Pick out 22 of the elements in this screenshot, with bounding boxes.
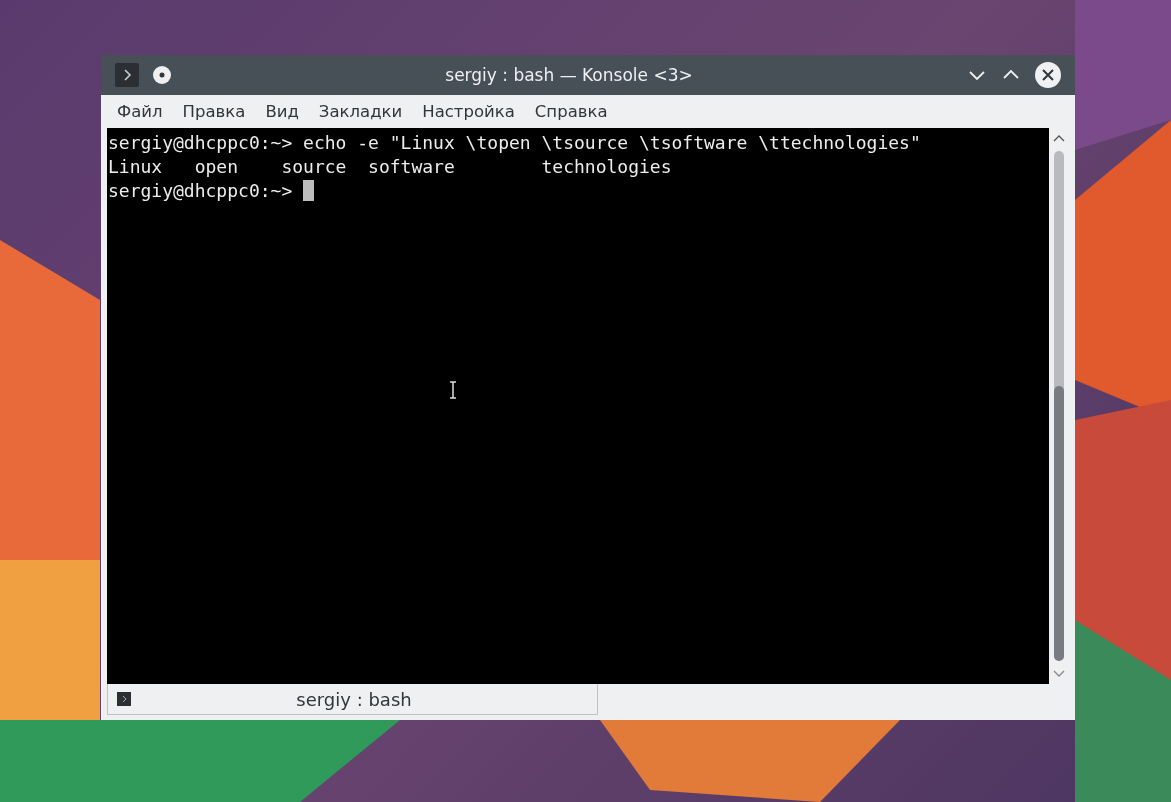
terminal-area[interactable]: sergiy@dhcppc0:~> echo -e "Linux \topen \tsource \tsoftware \ttechnologies" Linux open source software technologies sergiy@dhcppc0:~> (107, 128, 1049, 684)
scroll-down-icon[interactable] (1053, 670, 1065, 678)
session-tab[interactable]: sergiy : bash (107, 684, 598, 715)
menu-item[interactable]: Правка (172, 102, 256, 121)
terminal-line: Linux open source software technologies (108, 155, 672, 177)
tab-label: sergiy : bash (295, 688, 413, 710)
terminal-line: sergiy@dhcppc0:~> echo -e "Linux \topen \tsource \tsoftware \ttechnologies" (108, 131, 921, 153)
window-title: sergiy : bash — Konsole <3> (444, 65, 694, 85)
menu-item[interactable]: Вид (255, 102, 309, 121)
menu-item[interactable]: Закладки (308, 102, 413, 121)
close-icon[interactable] (1035, 62, 1061, 88)
terminal-icon[interactable] (115, 63, 139, 87)
menu-item[interactable]: Справка (524, 102, 618, 121)
terminal-line: sergiy@dhcppc0:~> (108, 179, 294, 201)
scroll-up-icon[interactable] (1053, 134, 1065, 142)
menu-item[interactable]: Настройка (412, 102, 525, 121)
terminal-icon (117, 692, 131, 706)
pin-icon[interactable] (153, 66, 171, 84)
menu-item[interactable]: Файл (107, 102, 173, 121)
scrollbar-thumb[interactable] (1054, 385, 1064, 661)
text-cursor-icon (449, 381, 457, 399)
scrollbar-track[interactable] (1054, 151, 1064, 661)
